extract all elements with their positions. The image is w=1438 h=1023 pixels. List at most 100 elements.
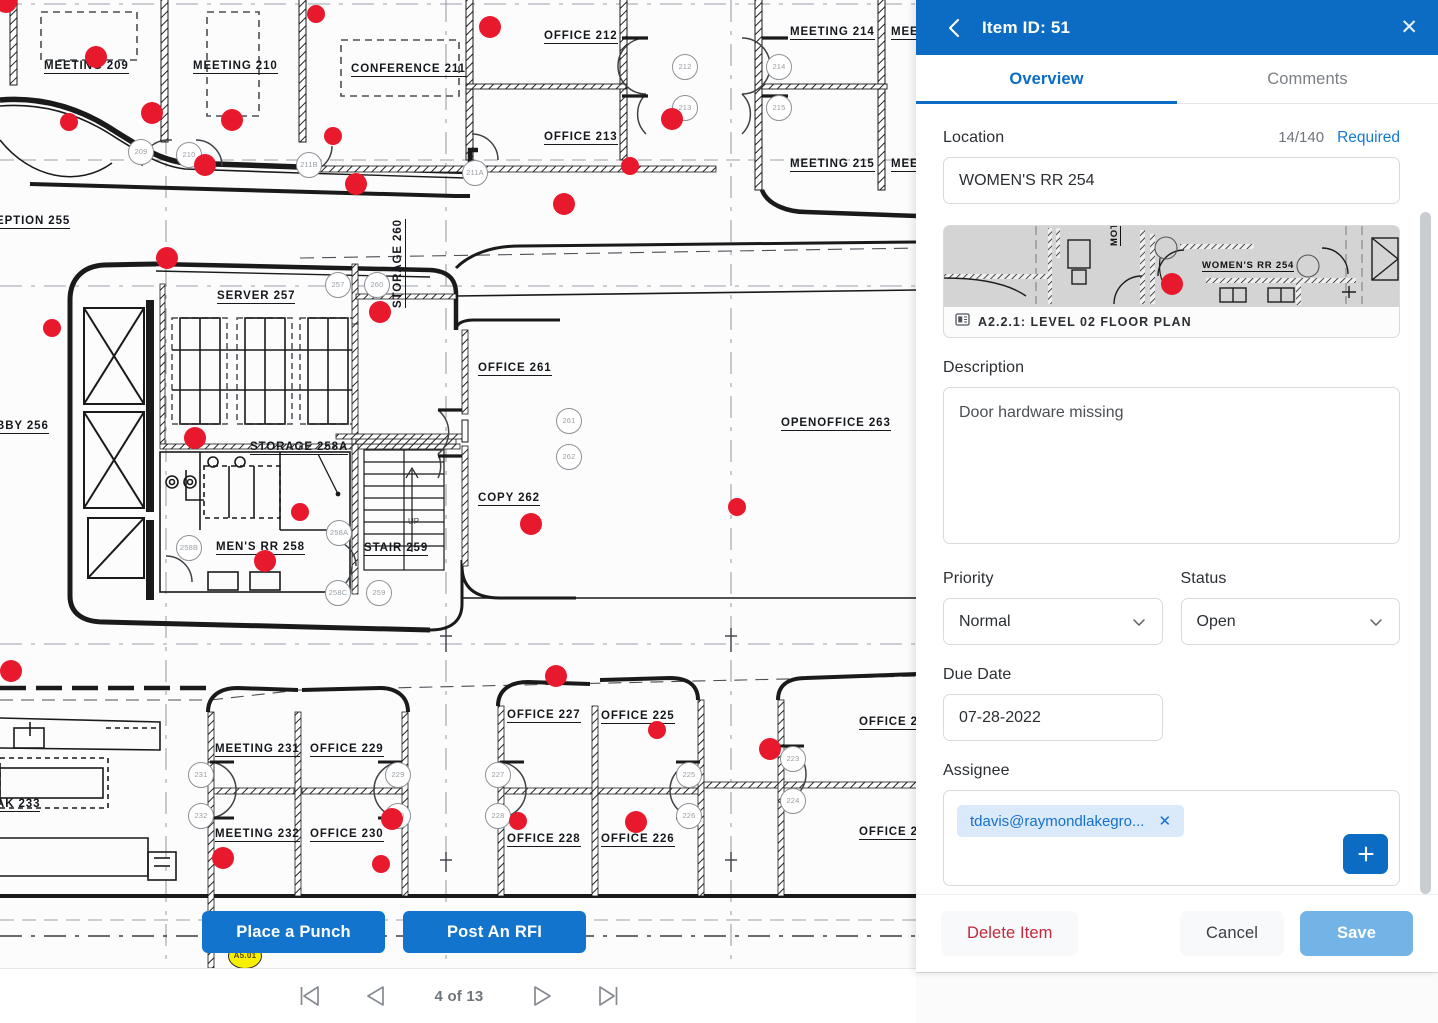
punch-item-marker[interactable] (520, 513, 542, 535)
punch-item-marker[interactable] (221, 109, 243, 131)
cancel-button[interactable]: Cancel (1180, 911, 1284, 956)
priority-value: Normal (959, 613, 1131, 631)
punch-item-marker[interactable] (43, 319, 61, 337)
room-label: MEET (891, 26, 918, 40)
back-chevron-icon[interactable] (944, 17, 966, 39)
due-date-field-header: Due Date (943, 666, 1400, 684)
add-assignee-button[interactable] (1343, 834, 1388, 874)
punch-item-marker[interactable] (184, 427, 206, 449)
punch-item-marker[interactable] (728, 498, 746, 516)
close-icon[interactable]: ✕ (1400, 17, 1418, 38)
punch-item-marker[interactable] (0, 660, 22, 682)
floor-plan-canvas[interactable]: UP (0, 0, 918, 968)
punch-item-marker[interactable] (85, 46, 107, 68)
save-button[interactable]: Save (1300, 911, 1413, 956)
door-tag: 225 (676, 762, 702, 788)
description-field-header: Description (943, 359, 1400, 377)
due-date-input[interactable] (943, 694, 1163, 741)
tab-comments[interactable]: Comments (1177, 55, 1438, 103)
description-textarea[interactable]: Door hardware missing (943, 387, 1400, 544)
due-date-field-group: Due Date (943, 666, 1400, 741)
priority-select[interactable]: Normal (943, 598, 1163, 645)
room-label: MEETING 210 (193, 60, 278, 74)
location-input[interactable] (943, 157, 1400, 204)
punch-item-marker[interactable] (648, 721, 666, 739)
delete-item-button[interactable]: Delete Item (941, 911, 1078, 956)
room-label: OFFICE 212 (544, 30, 618, 44)
door-tag: 259 (366, 580, 392, 606)
door-tag: 262 (556, 444, 582, 470)
room-label: CONFERENCE 211 (351, 63, 466, 77)
door-tag: 224 (780, 788, 806, 814)
page-navigation-bar: 4 of 13 (0, 968, 918, 1023)
room-label: OFFICE 22 (859, 826, 918, 840)
assignee-chip[interactable]: tdavis@raymondlakegro... ✕ (957, 805, 1184, 837)
punch-item-marker[interactable] (291, 503, 309, 521)
door-tag: 231 (188, 762, 214, 788)
punch-item-marker[interactable] (60, 113, 78, 131)
thumbnail-caption-text: A2.2.1: LEVEL 02 FLOOR PLAN (978, 315, 1192, 329)
punch-item-marker[interactable] (553, 193, 575, 215)
room-label: OFFICE 230 (310, 828, 384, 842)
floor-plan-viewer[interactable]: UP (0, 0, 918, 1023)
punch-item-marker[interactable] (372, 855, 390, 873)
tab-overview[interactable]: Overview (916, 55, 1177, 103)
thumbnail-caption: A2.2.1: LEVEL 02 FLOOR PLAN (944, 307, 1399, 337)
room-label: STORAGE 258A (250, 441, 348, 455)
room-label: SERVER 257 (217, 290, 295, 304)
add-assignee-icon (1356, 844, 1376, 864)
room-label: BBY 256 (0, 420, 49, 434)
location-char-counter: 14/140 (1278, 129, 1324, 146)
punch-item-marker[interactable] (479, 16, 501, 38)
status-value: Open (1197, 613, 1369, 631)
svg-text:UP: UP (408, 517, 419, 526)
punch-item-marker[interactable] (307, 5, 325, 23)
room-label: STAIR 259 (364, 542, 428, 556)
punch-item-marker[interactable] (625, 811, 647, 833)
door-tag: 215 (766, 95, 792, 121)
location-required-badge: Required (1337, 129, 1400, 147)
punch-item-marker[interactable] (194, 154, 216, 176)
assignee-label: Assignee (943, 762, 1010, 780)
post-an-rfi-button[interactable]: Post An RFI (403, 911, 586, 953)
door-tag: 211A (462, 160, 488, 186)
application-root: UP (0, 0, 1438, 1023)
chip-remove-icon[interactable]: ✕ (1158, 812, 1171, 830)
punch-item-marker[interactable] (381, 808, 403, 830)
punch-item-marker[interactable] (621, 157, 639, 175)
previous-page-icon[interactable] (363, 983, 389, 1009)
room-label: OFFICE 261 (478, 362, 552, 376)
punch-item-marker[interactable] (345, 173, 367, 195)
punch-item-marker[interactable] (369, 301, 391, 323)
next-page-icon[interactable] (529, 983, 555, 1009)
punch-item-marker[interactable] (545, 665, 567, 687)
punch-item-marker[interactable] (212, 847, 234, 869)
status-select[interactable]: Open (1181, 598, 1401, 645)
assignee-field-header: Assignee (943, 762, 1400, 780)
room-label: OFFICE 225 (601, 710, 675, 724)
punch-item-marker[interactable] (509, 812, 527, 830)
thumbnail-room-label-womens: WOMEN'S RR 254 (1202, 260, 1294, 272)
punch-item-marker[interactable] (661, 108, 683, 130)
skip-to-last-icon[interactable] (595, 983, 621, 1009)
door-tag: 258B (176, 535, 202, 561)
punch-item-marker[interactable] (141, 102, 163, 124)
vertical-scrollbar[interactable] (1420, 212, 1431, 894)
punch-item-marker[interactable] (759, 738, 781, 760)
room-label: OPENOFFICE 263 (781, 417, 891, 431)
drawing-thumbnail[interactable]: MOTHER'S R WOMEN'S RR 254 (943, 225, 1400, 338)
priority-field-group: Priority Normal (943, 570, 1163, 645)
punch-item-marker[interactable] (254, 550, 276, 572)
punch-item-marker[interactable] (156, 247, 178, 269)
room-label: OFFICE 229 (310, 743, 384, 757)
page-indicator: 4 of 13 (429, 988, 489, 1005)
room-label: OFFICE 227 (507, 709, 581, 723)
skip-to-first-icon[interactable] (297, 983, 323, 1009)
assignee-input-box[interactable]: tdavis@raymondlakegro... ✕ (943, 790, 1400, 886)
place-a-punch-button[interactable]: Place a Punch (202, 911, 385, 953)
door-tag: 226 (676, 803, 702, 829)
description-label: Description (943, 359, 1024, 377)
punch-item-marker[interactable] (324, 127, 342, 145)
panel-title: Item ID: 51 (982, 18, 1070, 38)
door-tag: 261 (556, 408, 582, 434)
